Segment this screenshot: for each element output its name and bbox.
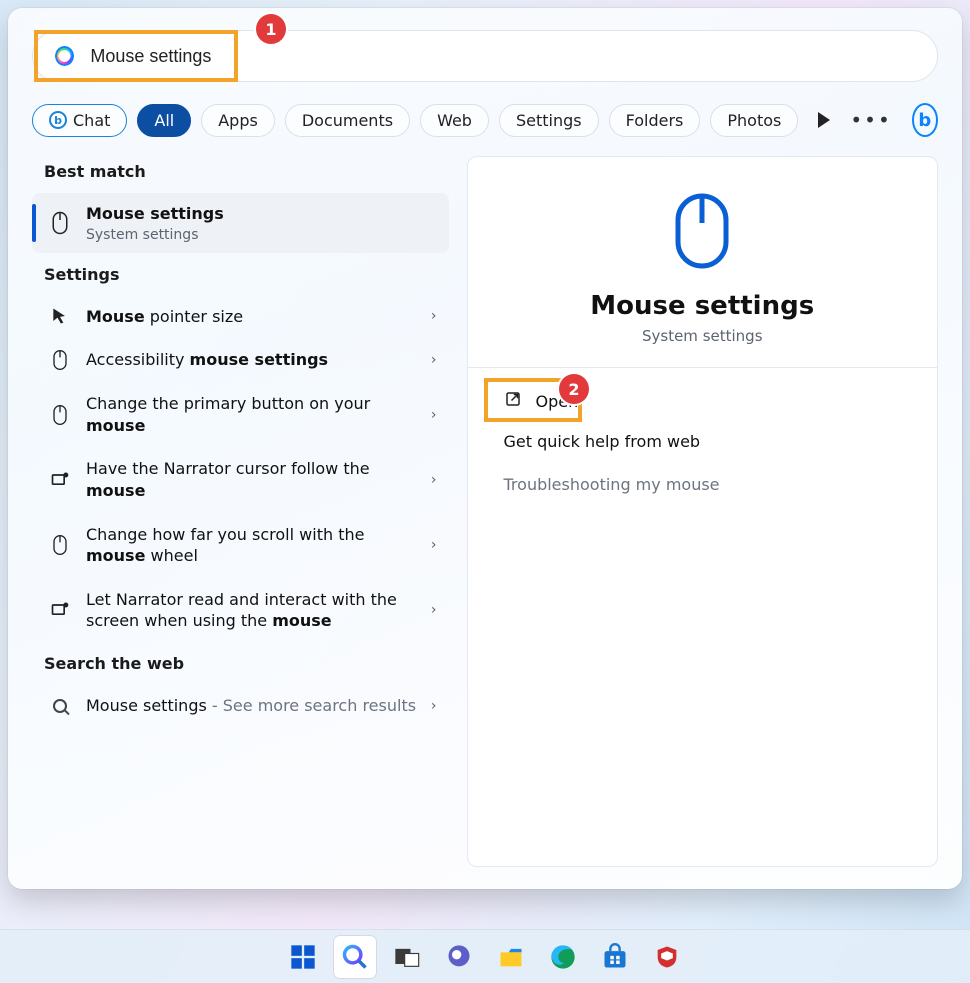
chevron-right-icon: › — [431, 352, 437, 368]
narrator-icon — [48, 470, 72, 490]
chevron-right-icon: › — [431, 308, 437, 324]
detail-subtitle: System settings — [488, 327, 918, 345]
mouse-icon — [48, 404, 72, 426]
taskbar-mcafee[interactable] — [646, 936, 688, 978]
web-header: Search the web — [44, 654, 449, 673]
taskbar-start[interactable] — [282, 936, 324, 978]
chevron-right-icon: › — [431, 472, 437, 488]
divider — [468, 367, 938, 368]
chevron-right-icon: › — [431, 698, 437, 714]
annotation-badge-1: 1 — [256, 14, 286, 44]
detail-title: Mouse settings — [488, 291, 918, 321]
best-match-subtitle: System settings — [86, 227, 437, 243]
columns: Best match Mouse settings System setting… — [32, 156, 938, 867]
best-match-header: Best match — [44, 162, 449, 181]
settings-item[interactable]: Change how far you scroll with the mouse… — [32, 514, 449, 577]
mouse-icon — [48, 349, 72, 371]
detail-column: Mouse settings System settings Open Get … — [467, 156, 939, 867]
taskbar-edge[interactable] — [542, 936, 584, 978]
settings-item-label: Change how far you scroll with the mouse… — [86, 524, 417, 567]
filter-folders[interactable]: Folders — [609, 104, 701, 137]
narrator-icon — [48, 600, 72, 620]
filter-apps[interactable]: Apps — [201, 104, 275, 137]
filter-all[interactable]: All — [137, 104, 191, 137]
open-external-icon — [504, 390, 522, 412]
bing-mini-icon: b — [49, 111, 67, 129]
best-match-item[interactable]: Mouse settings System settings — [32, 193, 449, 253]
settings-header: Settings — [44, 265, 449, 284]
taskbar-search[interactable] — [334, 936, 376, 978]
bing-icon[interactable]: b — [912, 103, 938, 137]
pointer-size-icon — [48, 306, 72, 326]
filter-web[interactable]: Web — [420, 104, 489, 137]
search-wrap — [32, 30, 938, 82]
web-result-item[interactable]: Mouse settings - See more search results… — [32, 685, 449, 727]
taskbar-chat[interactable] — [438, 936, 480, 978]
search-bar[interactable] — [32, 30, 938, 82]
taskbar-store[interactable] — [594, 936, 636, 978]
settings-item-label: Change the primary button on your mouse — [86, 393, 417, 436]
troubleshoot-link[interactable]: Troubleshooting my mouse — [488, 463, 918, 506]
settings-item-label: Let Narrator read and interact with the … — [86, 589, 417, 632]
settings-item[interactable]: Have the Narrator cursor follow the mous… — [32, 448, 449, 511]
best-match-title: Mouse settings — [86, 204, 224, 223]
filter-chat-label: Chat — [73, 111, 110, 130]
mouse-icon — [48, 534, 72, 556]
settings-item-label: Have the Narrator cursor follow the mous… — [86, 458, 417, 501]
search-glyph-icon — [48, 699, 72, 713]
filter-row: b Chat All Apps Documents Web Settings F… — [32, 100, 938, 140]
search-icon — [55, 46, 74, 66]
chevron-right-icon: › — [431, 602, 437, 618]
play-icon[interactable] — [818, 112, 830, 128]
taskbar — [0, 929, 970, 983]
search-panel: b Chat All Apps Documents Web Settings F… — [8, 8, 962, 889]
filter-documents[interactable]: Documents — [285, 104, 410, 137]
settings-item[interactable]: Let Narrator read and interact with the … — [32, 579, 449, 642]
search-input[interactable] — [90, 46, 915, 67]
web-item-suffix: - See more search results — [207, 696, 416, 715]
mouse-icon — [48, 211, 72, 235]
chevron-right-icon: › — [431, 537, 437, 553]
filter-settings[interactable]: Settings — [499, 104, 599, 137]
settings-item-label: Mouse pointer size — [86, 306, 417, 328]
web-item-title: Mouse settings — [86, 696, 207, 715]
chevron-right-icon: › — [431, 407, 437, 423]
filter-chat[interactable]: b Chat — [32, 104, 127, 137]
settings-item[interactable]: Accessibility mouse settings › — [32, 339, 449, 381]
more-icon[interactable]: ••• — [840, 108, 901, 132]
taskbar-taskview[interactable] — [386, 936, 428, 978]
detail-hero-icon — [672, 191, 732, 271]
results-column: Best match Mouse settings System setting… — [32, 156, 449, 867]
filter-photos[interactable]: Photos — [710, 104, 798, 137]
settings-item[interactable]: Mouse pointer size › — [32, 296, 449, 338]
settings-item[interactable]: Change the primary button on your mouse › — [32, 383, 449, 446]
annotation-badge-2: 2 — [559, 374, 589, 404]
taskbar-explorer[interactable] — [490, 936, 532, 978]
settings-item-label: Accessibility mouse settings — [86, 349, 417, 371]
quick-help-link[interactable]: Get quick help from web — [488, 420, 918, 463]
